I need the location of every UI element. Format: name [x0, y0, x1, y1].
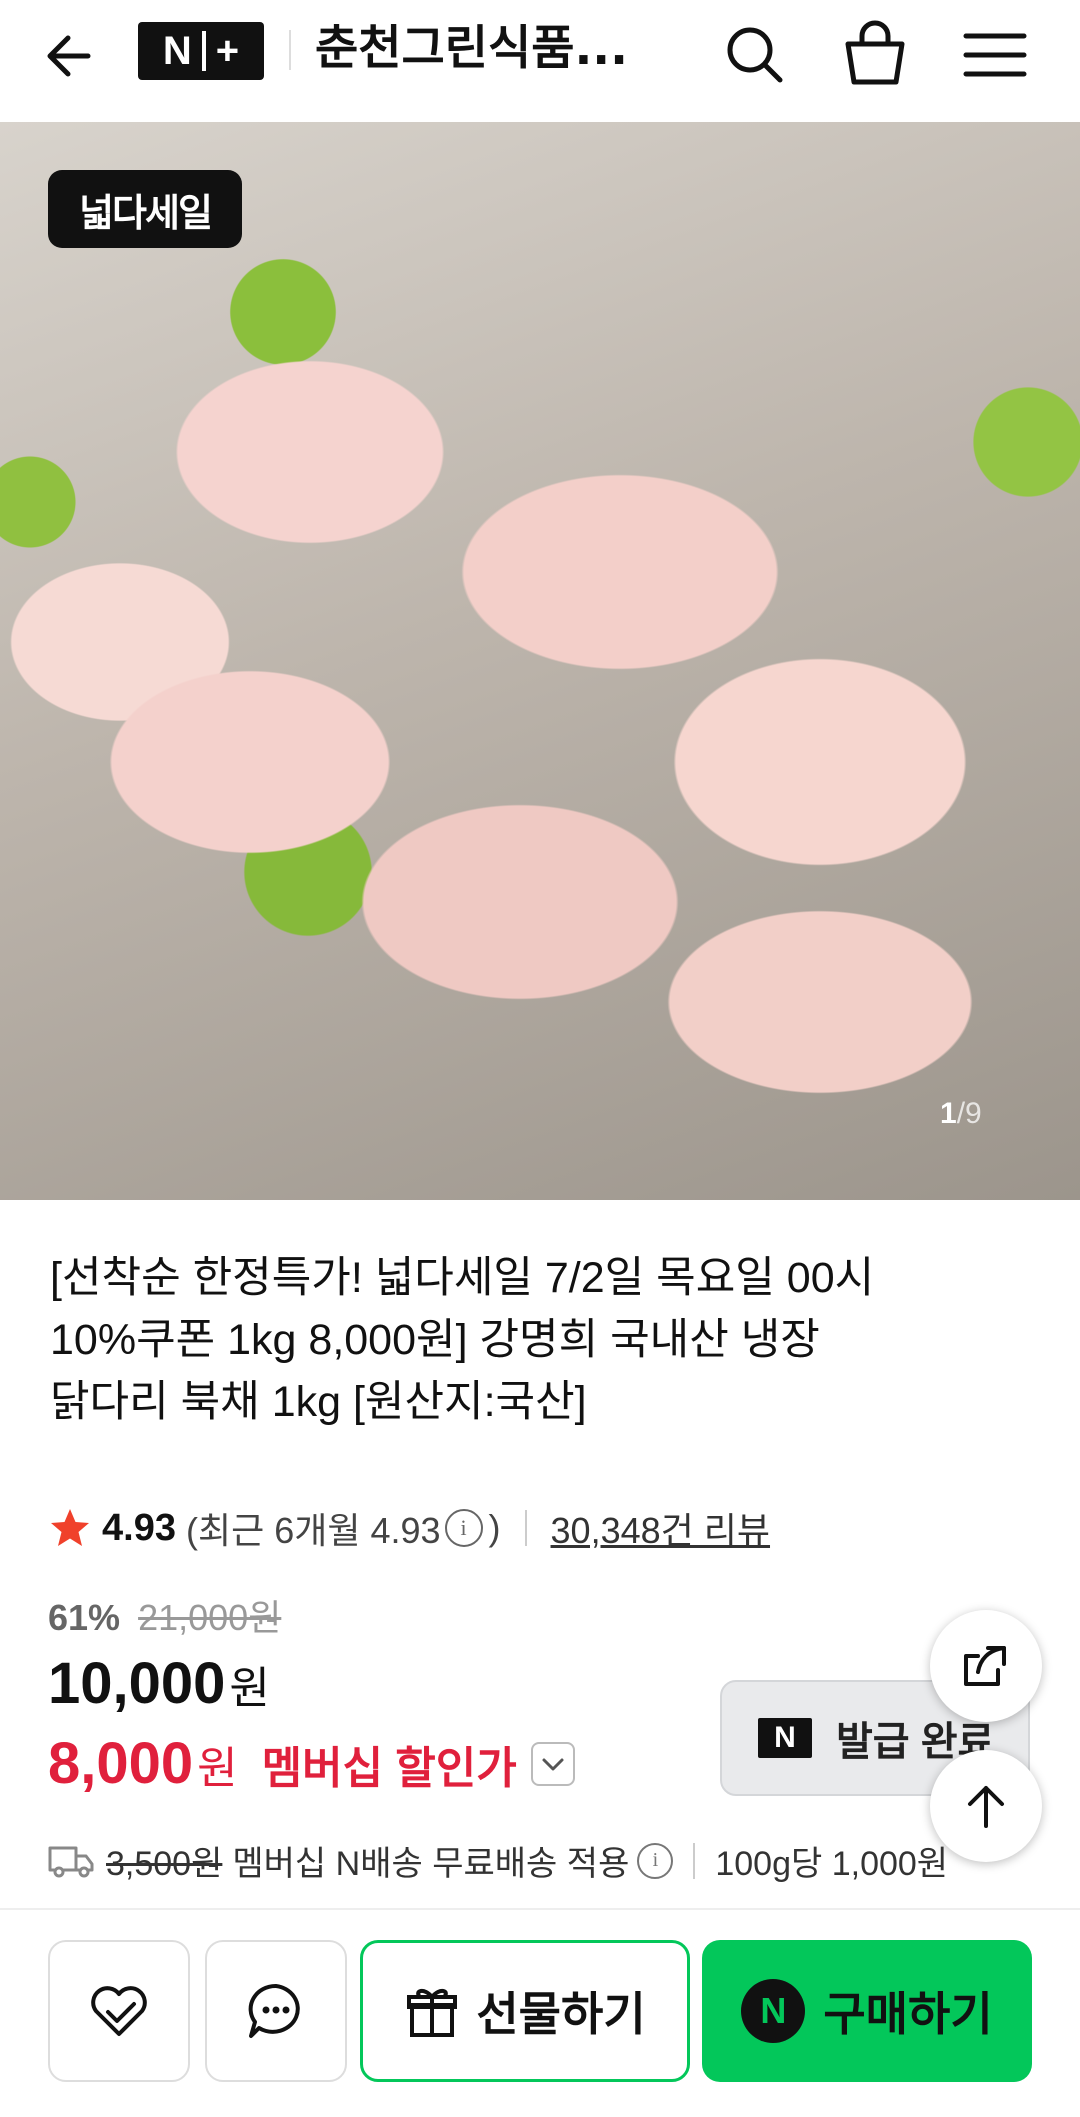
shipping-divider — [693, 1842, 696, 1879]
logo-plus: + — [215, 28, 240, 73]
sale-price-value: 10,000 — [48, 1651, 226, 1716]
shipping-row: 3,500원 멤버십 N배송 무료배송 적용 i 100g당 1,000원 — [48, 1836, 1048, 1885]
membership-price[interactable]: 8,000 원 멤버십 할인가 — [48, 1730, 575, 1797]
shopping-bag-icon[interactable] — [840, 20, 910, 90]
naver-plus-logo[interactable]: N + — [138, 22, 264, 80]
unit-price: 100g당 1,000원 — [715, 1845, 949, 1883]
membership-price-unit: 원 — [197, 1743, 238, 1793]
top-header: N + 춘천그린식품... — [0, 0, 1080, 122]
chat-bubble-icon — [248, 1983, 300, 2038]
logo-divider — [201, 31, 206, 71]
recent-rating: (최근 6개월 4.93 i ) — [186, 1502, 501, 1554]
image-counter: 1/9 — [940, 1097, 982, 1131]
buy-button-label: 구매하기 — [823, 1988, 993, 2040]
naver-n-icon: N — [758, 1718, 812, 1758]
original-price: 21,000원 — [138, 1597, 282, 1638]
back-arrow-icon[interactable] — [38, 22, 108, 92]
rating-divider — [524, 1510, 527, 1546]
chevron-down-icon[interactable] — [530, 1741, 575, 1786]
recent-rating-close: ) — [488, 1507, 501, 1548]
free-shipping-text: 멤버십 N배송 무료배송 적용 — [232, 1845, 630, 1883]
buy-button[interactable]: N 구매하기 — [702, 1940, 1032, 2082]
gift-icon — [407, 1989, 458, 2037]
rating-score: 4.93 — [102, 1506, 176, 1549]
discount-percent: 61% — [48, 1597, 121, 1638]
heart-icon — [91, 1986, 147, 2036]
store-name[interactable]: 춘천그린식품... — [315, 18, 665, 80]
gift-button-label: 선물하기 — [476, 1988, 646, 2040]
bottom-action-bar: 선물하기 N 구매하기 — [0, 1908, 1080, 2117]
menu-icon[interactable] — [960, 20, 1030, 90]
product-title-line: 닭다리 북채 1kg [원산지:국산] — [50, 1378, 587, 1426]
arrow-up-icon — [968, 1786, 1004, 1828]
recent-rating-label: (최근 6개월 4.93 — [185, 1510, 441, 1551]
original-shipping-fee: 3,500원 — [106, 1845, 223, 1883]
talk-button[interactable] — [205, 1940, 347, 2082]
sale-price: 10,000원 — [48, 1650, 270, 1717]
product-title-line: [선착순 한정특가! 넓다세일 7/2일 목요일 00시 — [50, 1254, 875, 1302]
product-image[interactable] — [0, 122, 1080, 1200]
info-icon[interactable]: i — [444, 1509, 483, 1547]
wishlist-button[interactable] — [48, 1940, 190, 2082]
truck-icon — [48, 1846, 94, 1877]
naver-pay-icon: N — [741, 1979, 806, 2043]
sale-badge: 넓다세일 — [48, 170, 242, 248]
membership-price-value: 8,000 — [48, 1731, 194, 1796]
image-total: /9 — [956, 1097, 982, 1130]
share-icon — [964, 1646, 1006, 1686]
header-divider — [289, 30, 291, 70]
product-title-line: 10%쿠폰 1kg 8,000원] 강명희 국내산 냉장 — [50, 1316, 820, 1364]
info-icon[interactable]: i — [637, 1842, 674, 1879]
logo-n: N — [162, 28, 192, 73]
product-title: [선착순 한정특가! 넓다세일 7/2일 목요일 00시 10%쿠폰 1kg 8… — [50, 1247, 1030, 1433]
share-button[interactable] — [930, 1610, 1042, 1722]
gift-button[interactable]: 선물하기 — [360, 1940, 690, 2082]
image-current: 1 — [940, 1097, 957, 1130]
rating-row: 4.93 (최근 6개월 4.93 i ) 30,348건 리뷰 — [48, 1500, 770, 1556]
star-icon — [51, 1509, 89, 1546]
membership-price-label: 멤버십 할인가 — [261, 1743, 517, 1793]
search-icon[interactable] — [720, 20, 790, 90]
review-count-link[interactable]: 30,348건 리뷰 — [551, 1502, 770, 1554]
discount-row: 61% 21,000원 — [48, 1589, 281, 1641]
sale-price-unit: 원 — [229, 1664, 270, 1713]
